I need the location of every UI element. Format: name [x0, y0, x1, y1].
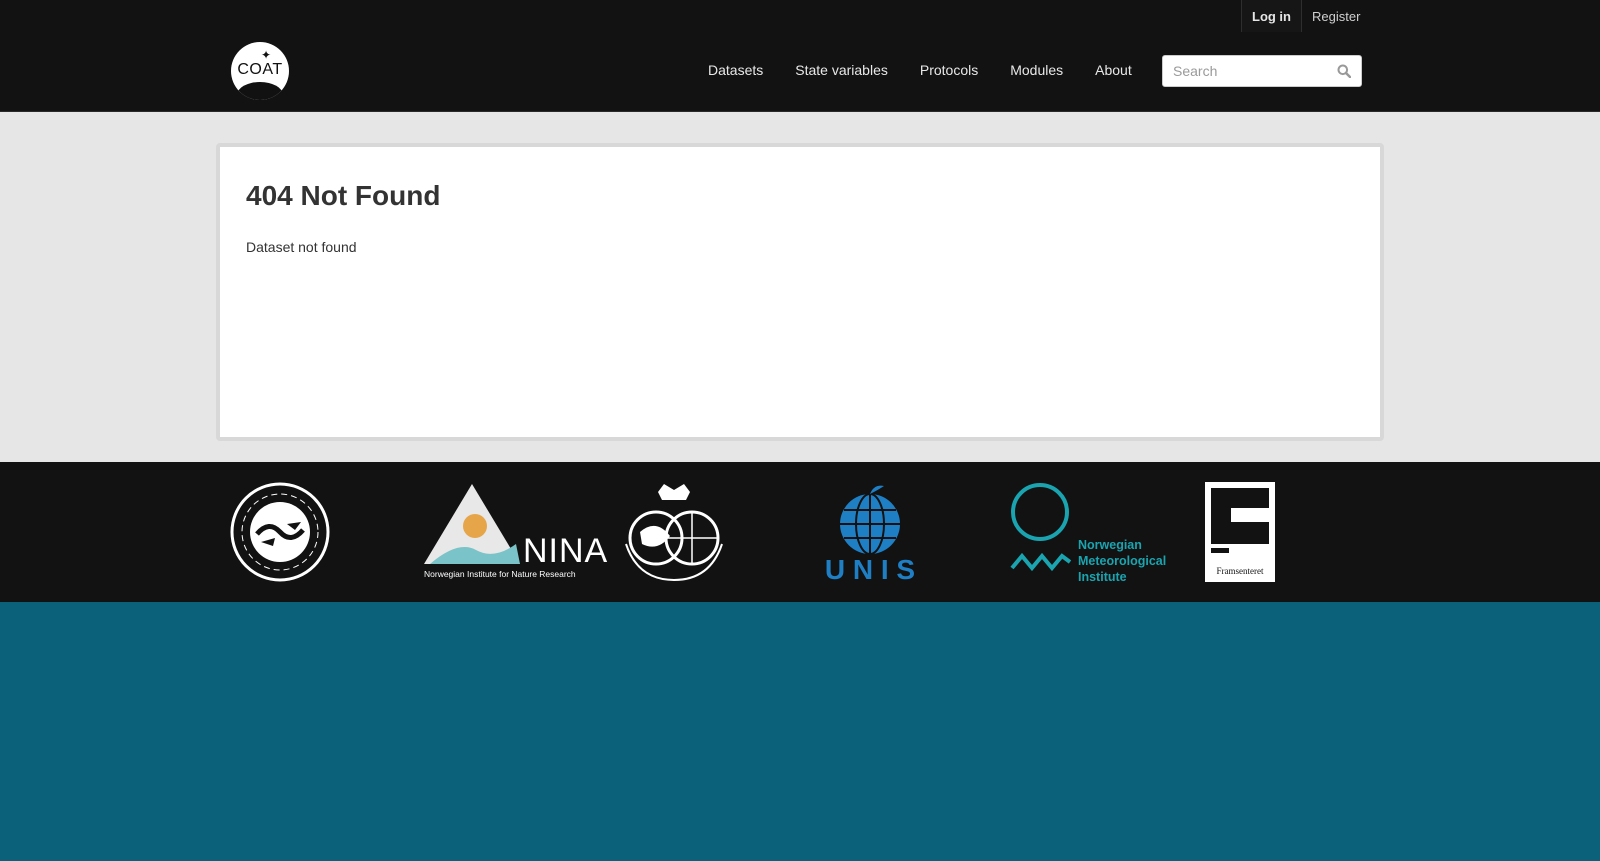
nav-datasets[interactable]: Datasets	[708, 62, 763, 78]
unis-name: U N I S	[824, 554, 916, 585]
partner-logos: NINA Norwegian Institute for Nature Rese…	[0, 462, 1600, 602]
bird-icon: ✦	[261, 48, 272, 62]
unis-logo[interactable]: U N I S	[814, 482, 926, 585]
fram-name: Framsenteret	[1216, 566, 1264, 576]
uit-seal-icon	[230, 482, 330, 582]
met-line3: Institute	[1078, 570, 1127, 584]
register-link[interactable]: Register	[1302, 0, 1370, 32]
nav-modules[interactable]: Modules	[1010, 62, 1063, 78]
met-logo[interactable]: Norwegian Meteorological Institute	[1010, 482, 1166, 584]
main-content: 404 Not Found Dataset not found	[0, 112, 1600, 462]
met-line1: Norwegian	[1078, 538, 1142, 552]
uit-logo[interactable]	[229, 482, 331, 582]
met-wave-icon	[1010, 483, 1072, 572]
nav-protocols[interactable]: Protocols	[920, 62, 978, 78]
main-nav: Datasets State variables Protocols Modul…	[692, 54, 1148, 86]
nina-name: NINA	[523, 532, 609, 570]
logo-text: COAT	[237, 61, 283, 78]
coat-logo[interactable]: ✦ COAT	[231, 42, 289, 100]
masthead: Log in Register ✦ COAT Datasets State va…	[0, 0, 1600, 112]
error-message: Dataset not found	[246, 239, 357, 255]
fram-mark-icon	[1211, 488, 1269, 553]
nina-subtitle: Norwegian Institute for Nature Research	[424, 569, 576, 579]
fram-box: Framsenteret	[1205, 482, 1275, 582]
search-box	[1162, 55, 1362, 87]
logo-ground-graphic	[237, 82, 283, 100]
search-icon[interactable]	[1337, 64, 1351, 78]
search-input[interactable]	[1163, 56, 1343, 86]
npi-crest-icon	[625, 484, 723, 582]
error-module: 404 Not Found Dataset not found	[216, 143, 1384, 441]
unis-globe-icon	[840, 485, 900, 555]
account-nav: Log in Register	[1241, 0, 1370, 32]
nina-logo[interactable]: NINA Norwegian Institute for Nature Rese…	[424, 482, 607, 582]
nav-state-variables[interactable]: State variables	[795, 62, 888, 78]
login-link[interactable]: Log in	[1241, 0, 1302, 32]
nav-about[interactable]: About	[1095, 62, 1132, 78]
page-title: 404 Not Found	[246, 180, 441, 211]
page-footer-background	[0, 602, 1600, 861]
npi-logo[interactable]	[618, 482, 730, 582]
met-line2: Meteorological	[1078, 554, 1167, 568]
